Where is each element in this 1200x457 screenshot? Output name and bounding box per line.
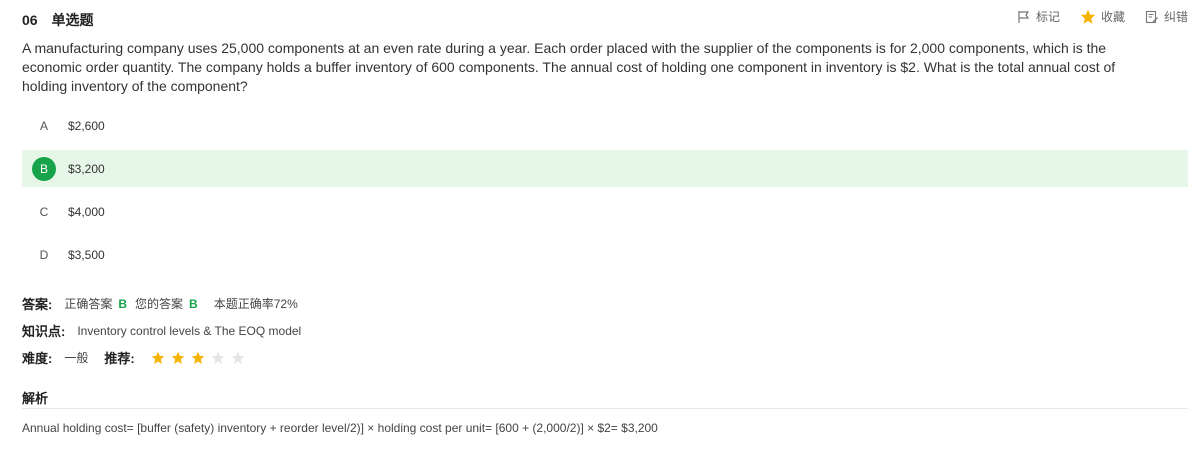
question-number: 06: [22, 12, 38, 28]
option-letter: C: [39, 204, 49, 219]
difficulty-value: 一般: [64, 351, 89, 365]
difficulty-row: 难度: 一般 推荐:: [22, 348, 251, 367]
header-actions: 标记 收藏 纠错: [997, 8, 1188, 25]
correct-answer-value: B: [118, 296, 128, 311]
option-letter: D: [39, 247, 49, 262]
option-b[interactable]: B $3,200: [22, 150, 1188, 187]
star-empty-icon: [231, 351, 245, 364]
option-text: $2,600: [68, 118, 105, 133]
report-error-button[interactable]: 纠错: [1145, 8, 1188, 25]
knowledge-label: 知识点:: [22, 324, 66, 339]
option-text: $4,000: [68, 204, 105, 219]
option-d[interactable]: D $3,500: [22, 236, 1188, 273]
correct-answer-label: 正确答案: [64, 297, 113, 311]
analysis-title: 解析: [22, 391, 49, 406]
knowledge-row: 知识点: Inventory control levels & The EOQ …: [22, 321, 301, 340]
question-header: 06 单选题 标记 收藏 纠错: [22, 8, 1188, 30]
star-filled-icon: [151, 351, 165, 364]
recommend-stars: [151, 351, 251, 365]
answer-row: 答案: 正确答案 B 您的答案 B 本题正确率72%: [22, 294, 298, 313]
favorite-label: 收藏: [1100, 10, 1125, 24]
question-text: A manufacturing company uses 25,000 comp…: [22, 40, 1116, 94]
knowledge-value: Inventory control levels & The EOQ model: [77, 323, 302, 338]
recommend-label: 推荐:: [104, 351, 135, 366]
question-title: 06 单选题: [22, 10, 93, 30]
option-letter: B: [32, 156, 56, 181]
your-answer-value: B: [189, 296, 198, 311]
your-answer-label: 您的答案: [135, 297, 184, 311]
edit-document-icon: [1145, 10, 1158, 23]
flag-icon: [1018, 10, 1030, 23]
report-label: 纠错: [1163, 10, 1188, 24]
answer-label: 答案:: [22, 297, 53, 312]
divider: [22, 408, 1188, 409]
star-empty-icon: [211, 351, 225, 364]
star-filled-icon: [191, 351, 205, 364]
difficulty-label: 难度:: [22, 351, 53, 366]
option-text: $3,500: [68, 247, 105, 262]
option-letter: A: [39, 118, 48, 133]
star-filled-icon: [171, 351, 185, 364]
question-type: 单选题: [51, 12, 94, 28]
option-text: $3,200: [68, 161, 105, 176]
favorite-button[interactable]: 收藏: [1080, 8, 1125, 25]
accuracy-text: 本题正确率72%: [213, 297, 298, 311]
mark-label: 标记: [1035, 10, 1060, 24]
mark-button[interactable]: 标记: [1017, 8, 1060, 25]
option-c[interactable]: C $4,000: [22, 193, 1188, 230]
question-card: 06 单选题 标记 收藏 纠错 A manufacturing company …: [0, 0, 1200, 457]
analysis-text: Annual holding cost= [buffer (safety) in…: [22, 421, 658, 435]
star-icon: [1080, 9, 1096, 24]
option-a[interactable]: A $2,600: [22, 107, 1188, 144]
